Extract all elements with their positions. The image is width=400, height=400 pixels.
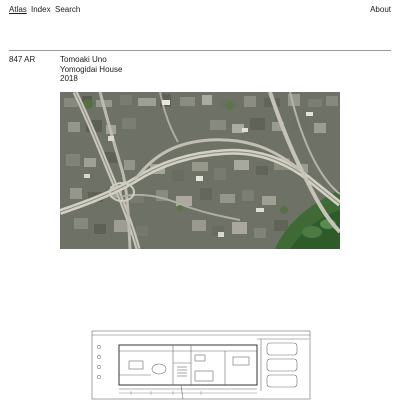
nav-link-index[interactable]: Index: [31, 5, 51, 15]
entry-code: 847 AR: [9, 55, 36, 64]
header-divider: [9, 50, 391, 51]
entry-title: Yomogidai House: [60, 64, 123, 74]
nav-link-about[interactable]: About: [370, 5, 391, 15]
top-navigation: Atlas Index Search About: [9, 5, 391, 17]
aerial-photo-graphic: [60, 92, 340, 249]
nav-link-atlas[interactable]: Atlas: [9, 5, 27, 15]
floor-plan-graphic: [91, 330, 311, 400]
nav-link-search[interactable]: Search: [55, 5, 80, 15]
aerial-photo[interactable]: [60, 92, 340, 249]
floor-plan[interactable]: [91, 329, 311, 400]
entry-architect: Tomoaki Uno: [60, 55, 107, 64]
entry-info: Tomoaki Uno Yomogidai House 2018: [60, 55, 122, 84]
entry-year: 2018: [60, 74, 78, 83]
